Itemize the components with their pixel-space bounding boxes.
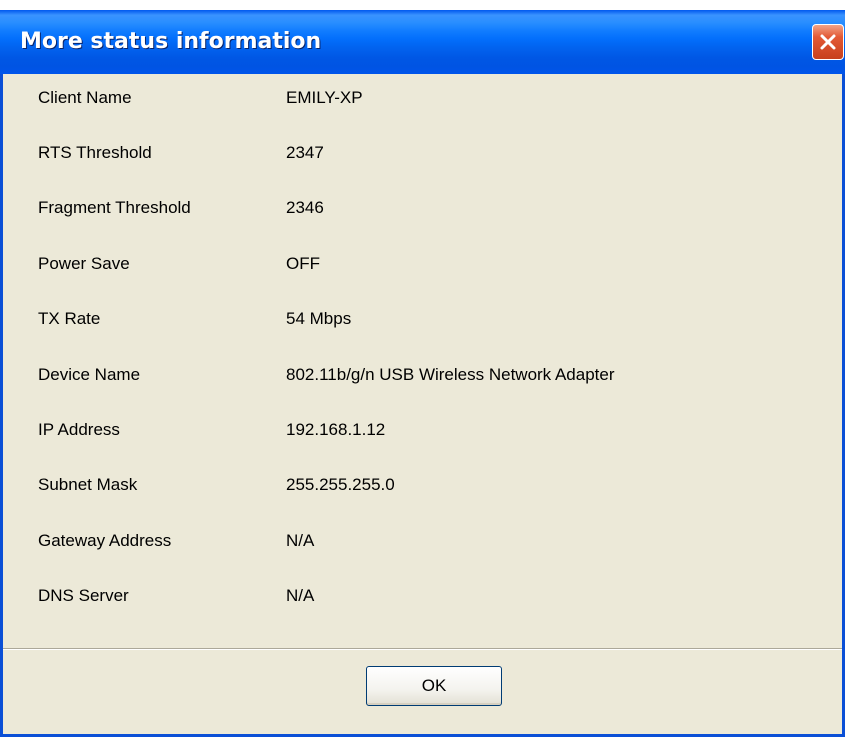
footer-divider <box>3 648 842 650</box>
info-row-tx-rate: TX Rate 54 Mbps <box>38 309 818 337</box>
power-save-label: Power Save <box>38 254 130 273</box>
info-row-ip-address: IP Address 192.168.1.12 <box>38 420 818 448</box>
device-name-label: Device Name <box>38 365 141 384</box>
info-row-dns-server: DNS Server N/A <box>38 586 818 614</box>
dns-server-value: N/A <box>286 586 315 605</box>
info-row-fragment-threshold: Fragment Threshold 2346 <box>38 198 818 226</box>
ok-button[interactable]: OK <box>366 666 502 706</box>
ip-address-label: IP Address <box>38 420 120 439</box>
fragment-threshold-label: Fragment Threshold <box>38 198 191 217</box>
device-name-value: 802.11b/g/n USB Wireless Network Adapter <box>286 365 615 384</box>
client-name-value: EMILY-XP <box>286 88 363 107</box>
client-name-label: Client Name <box>38 88 132 107</box>
info-row-subnet-mask: Subnet Mask 255.255.255.0 <box>38 475 818 503</box>
gateway-address-label: Gateway Address <box>38 531 172 550</box>
dialog-title: More status information <box>20 29 322 54</box>
info-row-gateway-address: Gateway Address N/A <box>38 531 818 559</box>
power-save-value: OFF <box>286 254 320 273</box>
gateway-address-value: N/A <box>286 531 315 550</box>
rts-threshold-value: 2347 <box>286 143 324 162</box>
status-dialog: More status information Client Name EMIL… <box>0 10 845 737</box>
close-button[interactable] <box>812 24 844 60</box>
title-bar[interactable]: More status information <box>0 10 845 74</box>
info-row-rts-threshold: RTS Threshold 2347 <box>38 143 818 171</box>
info-row-power-save: Power Save OFF <box>38 254 818 282</box>
subnet-mask-value: 255.255.255.0 <box>286 475 395 494</box>
tx-rate-value: 54 Mbps <box>286 309 352 328</box>
ip-address-value: 192.168.1.12 <box>286 420 386 439</box>
info-row-client-name: Client Name EMILY-XP <box>38 88 818 116</box>
close-x-icon <box>820 34 836 50</box>
info-row-device-name: Device Name 802.11b/g/n USB Wireless Net… <box>38 365 818 393</box>
tx-rate-label: TX Rate <box>38 309 101 328</box>
fragment-threshold-value: 2346 <box>286 198 324 217</box>
rts-threshold-label: RTS Threshold <box>38 143 152 162</box>
dns-server-label: DNS Server <box>38 586 129 605</box>
subnet-mask-label: Subnet Mask <box>38 475 138 494</box>
